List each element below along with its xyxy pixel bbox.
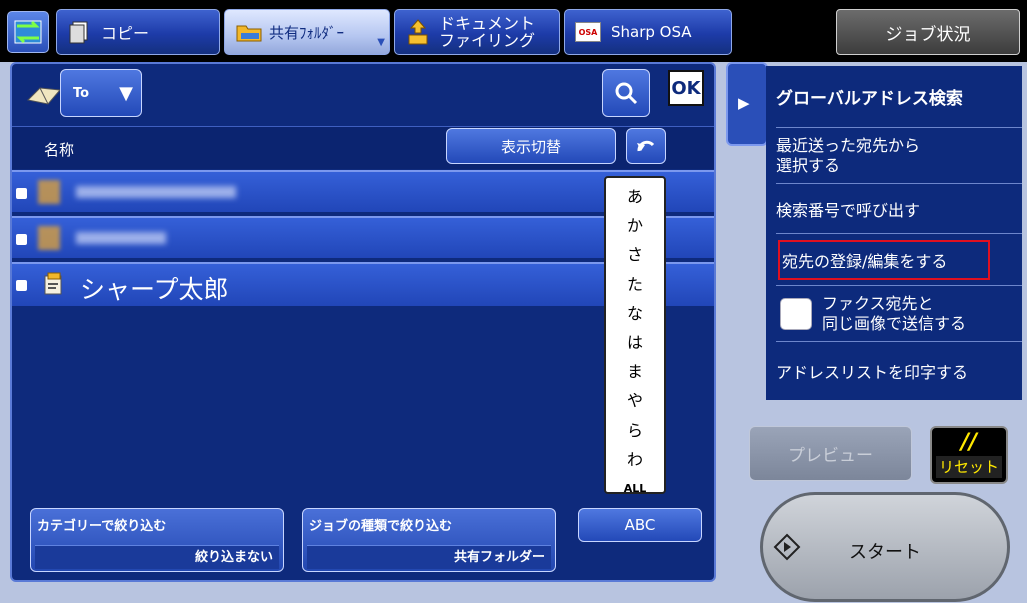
row-checkbox[interactable] bbox=[16, 188, 27, 199]
reset-icon: // bbox=[960, 430, 978, 455]
undo-icon bbox=[637, 140, 655, 152]
start-label: スタート bbox=[849, 542, 921, 563]
recent-destinations-item[interactable]: 最近送った宛先から 選択する bbox=[776, 128, 1022, 184]
menu-item-label: 同じ画像で送信する bbox=[822, 313, 967, 333]
mode-switch-button[interactable] bbox=[7, 11, 49, 53]
row-checkbox[interactable] bbox=[16, 234, 27, 245]
row-checkbox[interactable] bbox=[16, 280, 27, 291]
destination-type-select[interactable]: To ▼ bbox=[60, 69, 142, 117]
address-book-icon bbox=[26, 87, 62, 105]
contact-card-icon bbox=[44, 272, 62, 295]
kana-index-item[interactable]: さ bbox=[627, 240, 643, 269]
job-type-filter-value: 共有フォルダー bbox=[307, 545, 551, 569]
kana-index-item[interactable]: な bbox=[627, 299, 643, 328]
copy-icon bbox=[69, 21, 88, 44]
abc-index-button[interactable]: ABC bbox=[578, 508, 702, 542]
register-edit-destination-item[interactable]: 宛先の登録/編集をする bbox=[776, 234, 1022, 286]
chevron-down-icon: ▼ bbox=[119, 82, 133, 104]
category-filter-label: カテゴリーで絞り込む bbox=[37, 519, 167, 534]
kana-index-all[interactable]: ALL bbox=[624, 474, 647, 503]
tab-copy-label: コピー bbox=[101, 24, 150, 43]
kana-index-item[interactable]: あ bbox=[627, 182, 643, 211]
document-filing-icon bbox=[408, 19, 428, 45]
job-status-button[interactable]: ジョブ状況 bbox=[836, 9, 1020, 55]
switch-arrows-icon bbox=[14, 20, 42, 44]
tab-shared-folder-label: 共有ﾌｫﾙﾀﾞｰ bbox=[269, 23, 345, 42]
fax-same-image-item[interactable]: ファクス宛先と 同じ画像で送信する bbox=[776, 286, 1022, 342]
print-address-list-item[interactable]: アドレスリストを印字する bbox=[776, 342, 1022, 400]
kana-index-item[interactable]: ま bbox=[627, 357, 643, 386]
entry-name: シャープ太郎 bbox=[80, 275, 229, 304]
kana-index-item[interactable]: わ bbox=[627, 445, 643, 474]
blurred-entry-name bbox=[76, 186, 236, 198]
menu-item-label: グローバルアドレス検索 bbox=[776, 89, 963, 109]
tab-shared-folder[interactable]: 共有ﾌｫﾙﾀﾞｰ ▼ bbox=[224, 9, 390, 55]
preview-button[interactable]: プレビュー bbox=[749, 426, 912, 481]
tab-document-filing-label-1: ドキュメント bbox=[439, 14, 536, 33]
kana-index-bar[interactable]: あ か さ た な は ま や ら わ ALL bbox=[604, 176, 666, 495]
kana-index-item[interactable]: ら bbox=[627, 416, 643, 445]
start-diamond-icon bbox=[773, 533, 801, 561]
tab-sharp-osa[interactable]: OSA Sharp OSA bbox=[564, 9, 732, 55]
menu-item-label: 選択する bbox=[776, 155, 841, 175]
call-by-search-number-item[interactable]: 検索番号で呼び出す bbox=[776, 184, 1022, 234]
menu-item-label: 最近送った宛先から bbox=[776, 135, 921, 155]
osa-icon: OSA bbox=[575, 22, 601, 42]
search-icon bbox=[615, 82, 638, 105]
menu-item-label: アドレスリストを印字する bbox=[776, 363, 969, 382]
menu-item-label: ファクス宛先と bbox=[822, 293, 934, 313]
start-button[interactable]: スタート bbox=[760, 492, 1010, 602]
reset-button[interactable]: // リセット bbox=[930, 426, 1008, 484]
reset-label: リセット bbox=[936, 456, 1002, 478]
menu-item-label: 検索番号で呼び出す bbox=[776, 200, 921, 220]
blurred-entry-name bbox=[76, 232, 166, 244]
kana-index-item[interactable]: は bbox=[627, 328, 643, 357]
category-filter-button[interactable]: カテゴリーで絞り込む 絞り込まない bbox=[30, 508, 284, 572]
ok-button[interactable]: OK bbox=[668, 70, 704, 106]
side-menu-toggle[interactable]: ▶ bbox=[726, 62, 768, 146]
tab-sharp-osa-label: Sharp OSA bbox=[611, 23, 692, 41]
category-filter-value: 絞り込まない bbox=[35, 545, 279, 569]
folder-icon bbox=[236, 25, 262, 42]
entry-icon bbox=[38, 180, 60, 204]
job-type-filter-label: ジョブの種類で絞り込む bbox=[309, 519, 453, 534]
tab-document-filing-label-2: ファイリング bbox=[439, 31, 536, 50]
fax-same-image-checkbox[interactable] bbox=[780, 297, 812, 330]
expand-arrow-icon: ▶ bbox=[738, 94, 750, 112]
display-toggle-button[interactable]: 表示切替 bbox=[446, 128, 616, 164]
search-button[interactable] bbox=[602, 69, 650, 117]
undo-button[interactable] bbox=[626, 128, 666, 164]
entry-icon bbox=[38, 226, 60, 250]
address-book-panel: To ▼ OK 名称 表示切替 シャープ太郎 あ か さ た な は ま や ら… bbox=[10, 62, 716, 582]
kana-index-item[interactable]: や bbox=[627, 386, 643, 415]
job-type-filter-button[interactable]: ジョブの種類で絞り込む 共有フォルダー bbox=[302, 508, 556, 572]
global-address-search-item[interactable]: グローバルアドレス検索 bbox=[776, 66, 1022, 128]
column-name-header: 名称 bbox=[44, 141, 75, 159]
kana-index-item[interactable]: た bbox=[627, 270, 643, 299]
menu-item-label: 宛先の登録/編集をする bbox=[782, 251, 948, 271]
tab-copy[interactable]: コピー bbox=[56, 9, 220, 55]
side-menu: グローバルアドレス検索 最近送った宛先から 選択する 検索番号で呼び出す 宛先の… bbox=[766, 66, 1022, 400]
top-bar: コピー 共有ﾌｫﾙﾀﾞｰ ▼ ドキュメント ファイリング OSA Sharp O… bbox=[0, 0, 1027, 62]
destination-type-value: To bbox=[73, 85, 90, 101]
dropdown-arrow-icon: ▼ bbox=[377, 37, 385, 48]
tab-document-filing[interactable]: ドキュメント ファイリング bbox=[394, 9, 560, 55]
kana-index-item[interactable]: か bbox=[627, 211, 643, 240]
